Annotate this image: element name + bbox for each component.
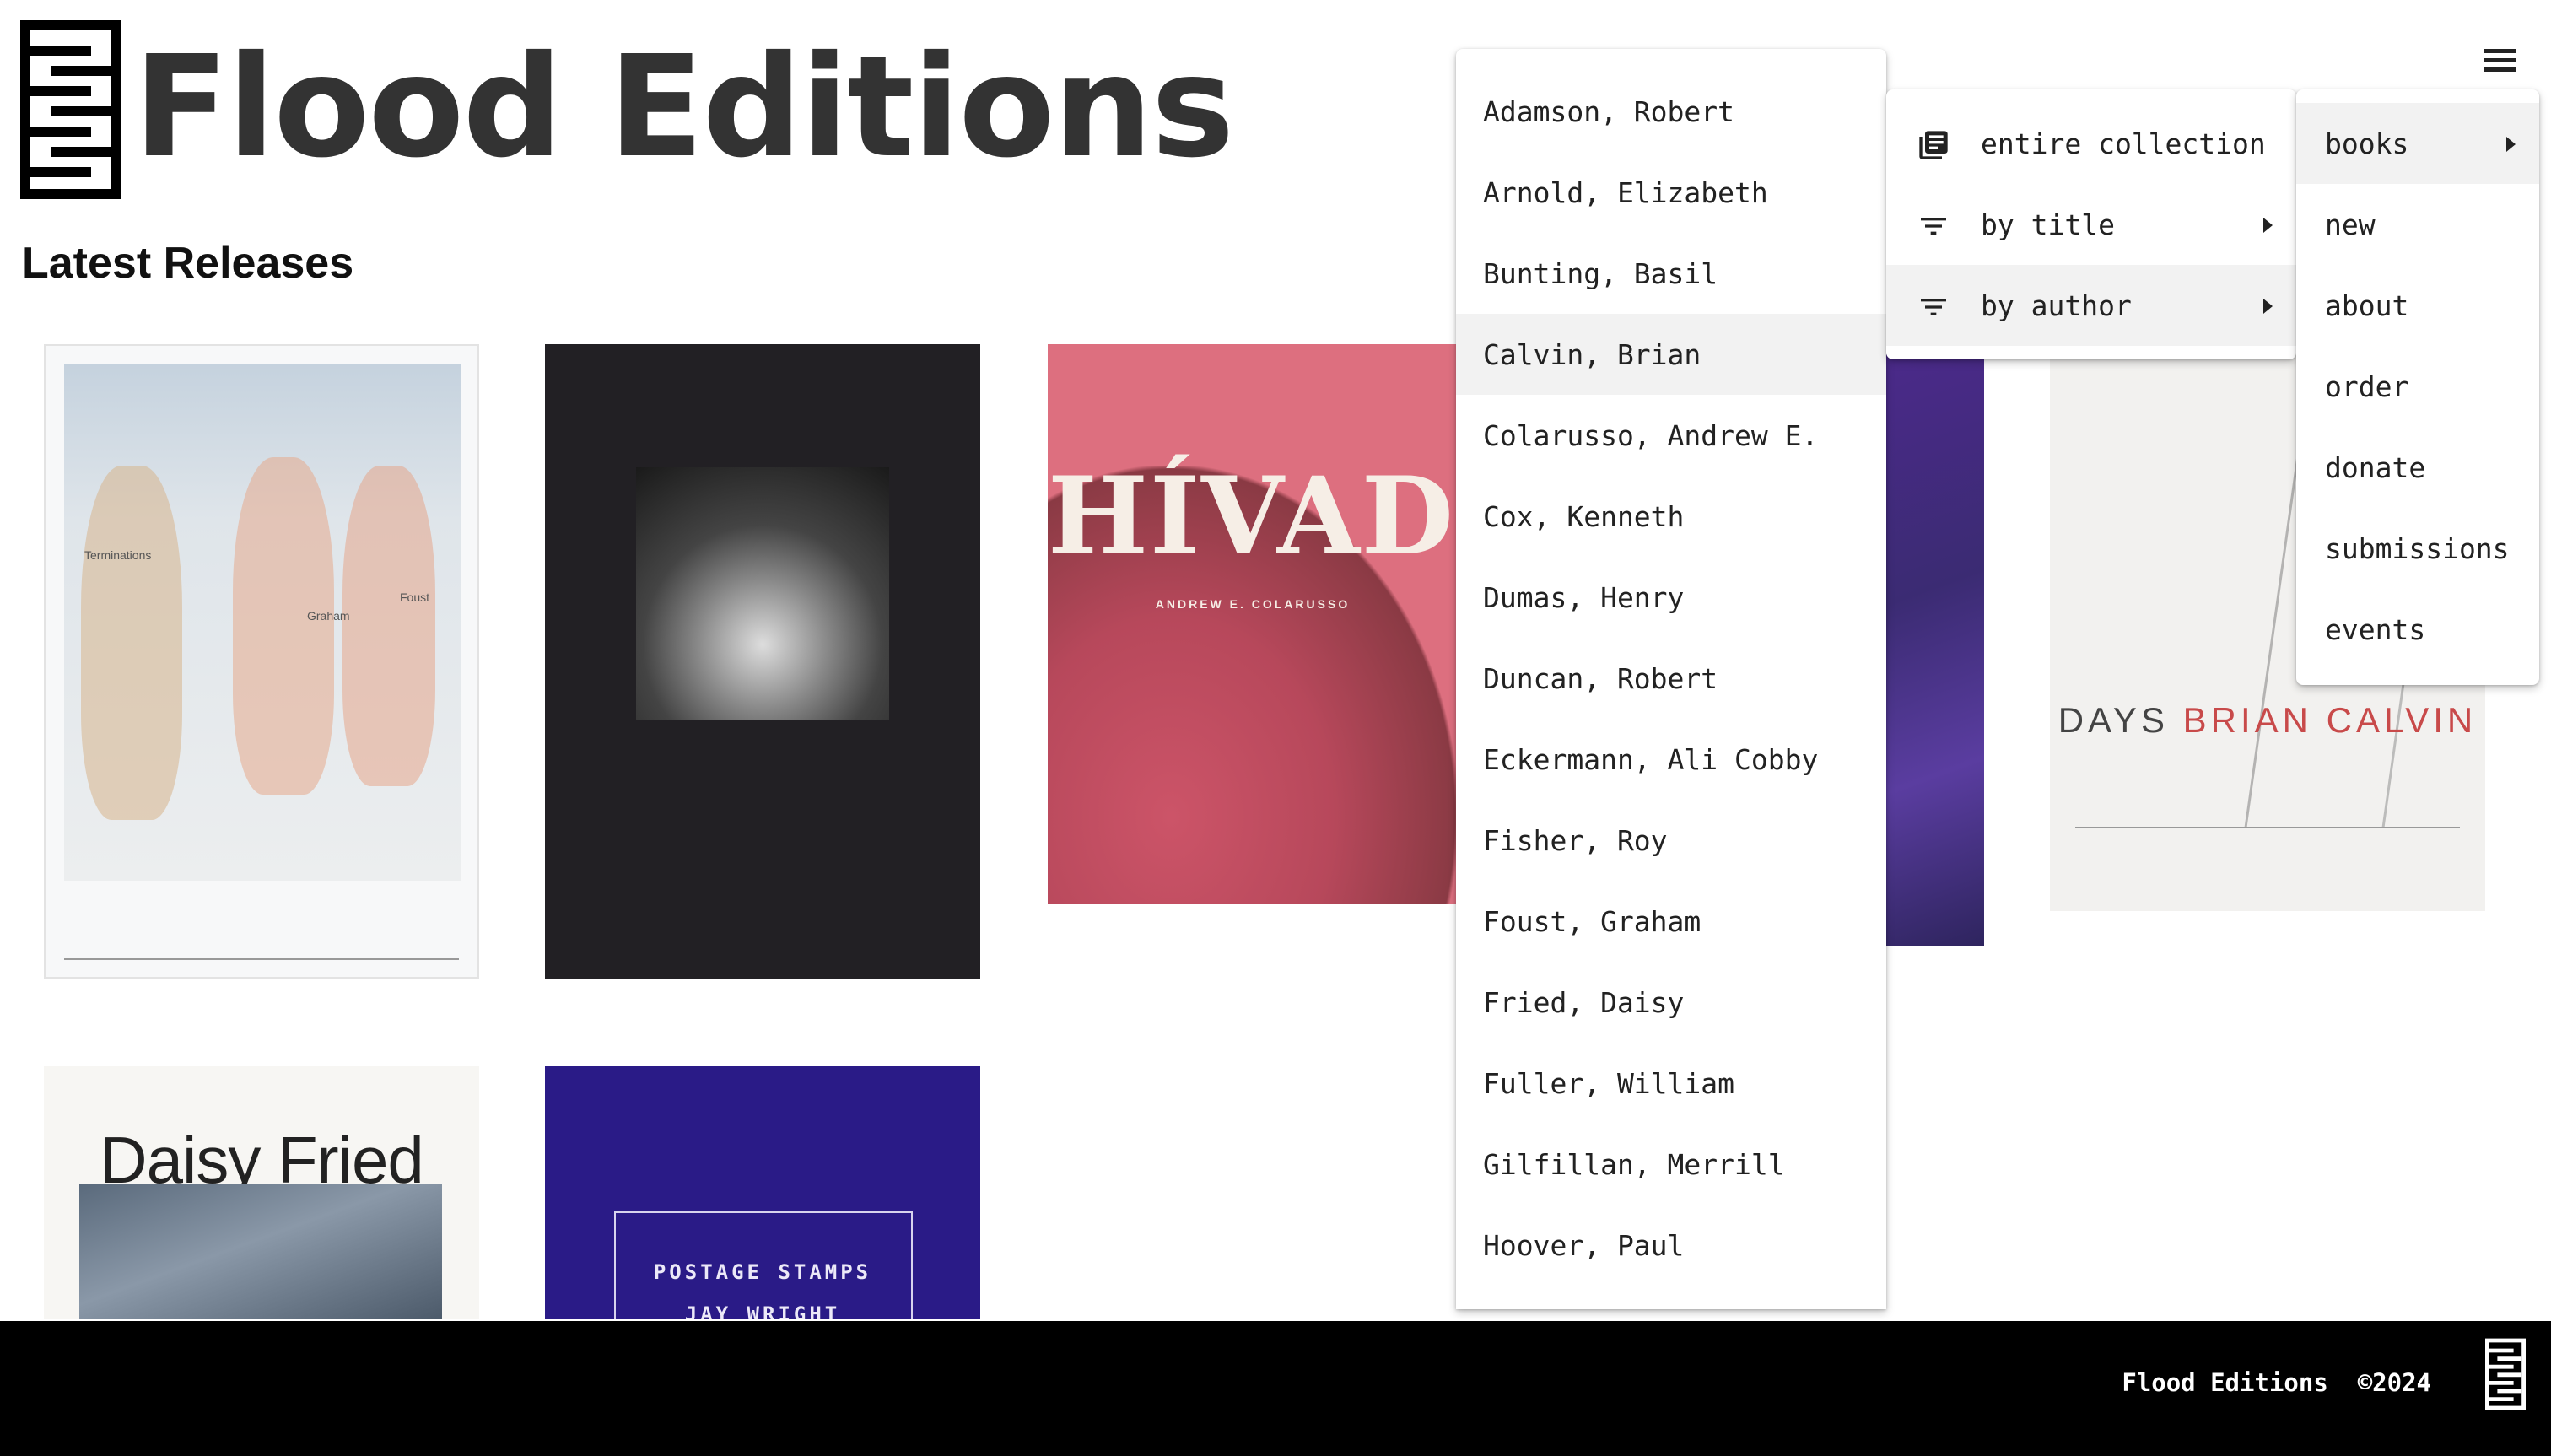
caret-right-icon xyxy=(2263,218,2273,233)
author-menu-item[interactable]: Foust, Graham xyxy=(1456,881,1886,962)
caret-right-icon xyxy=(2506,137,2516,152)
flood-editions-logo-icon[interactable] xyxy=(20,20,121,199)
cover-title: POSTAGE STAMPS xyxy=(653,1260,872,1284)
cover-label: Foust xyxy=(400,590,430,604)
cover-label: Graham xyxy=(307,609,350,623)
filter-list-icon xyxy=(1921,218,1946,235)
library-books-icon xyxy=(1919,131,1948,159)
menu-item-about[interactable]: about xyxy=(2296,265,2539,346)
author-menu-item[interactable]: Fisher, Roy xyxy=(1456,800,1886,881)
menu-item-by-author[interactable]: by author xyxy=(1886,265,2296,346)
author-menu-item[interactable]: Adamson, Robert xyxy=(1456,71,1886,152)
book-cover[interactable]: Terminations Graham Foust xyxy=(44,344,479,979)
flood-editions-logo-icon xyxy=(2485,1338,2526,1410)
menu-item-order[interactable]: order xyxy=(2296,346,2539,427)
cover-rule xyxy=(64,958,459,960)
filter-list-icon xyxy=(1921,299,1946,315)
book-cover[interactable] xyxy=(1885,354,1984,946)
books-menu: entire collection by title by author xyxy=(1886,89,2296,359)
menu-item-events[interactable]: events xyxy=(2296,589,2539,670)
menu-item-by-title[interactable]: by title xyxy=(1886,184,2296,265)
author-menu-item[interactable]: Calvin, Brian xyxy=(1456,314,1886,395)
menu-item-new[interactable]: new xyxy=(2296,184,2539,265)
footer-copyright: Flood Editions ©2024 xyxy=(2122,1368,2431,1397)
author-menu-item[interactable]: Hoover, Paul xyxy=(1456,1205,1886,1286)
author-menu: Adamson, Robert Arnold, Elizabeth Buntin… xyxy=(1456,49,1886,1309)
caret-right-icon xyxy=(2263,299,2273,314)
cover-painting xyxy=(79,1184,442,1319)
author-menu-item[interactable]: Colarusso, Andrew E. xyxy=(1456,395,1886,476)
menu-item-submissions[interactable]: submissions xyxy=(2296,508,2539,589)
author-menu-item[interactable]: Gilfillan, Merrill xyxy=(1456,1124,1886,1205)
book-cover[interactable]: POSTAGE STAMPS JAY WRIGHT xyxy=(545,1066,980,1319)
cover-rule xyxy=(2075,827,2460,828)
book-cover[interactable] xyxy=(545,344,980,979)
main-menu: books new about order donate submissions… xyxy=(2296,89,2539,685)
section-title-latest-releases: Latest Releases xyxy=(22,239,354,288)
author-menu-item[interactable]: Fuller, William xyxy=(1456,1043,1886,1124)
book-cover[interactable]: Daisy Fried xyxy=(44,1066,479,1319)
book-cover[interactable]: HÍVADO ANDREW E. COLARUSSO xyxy=(1048,344,1458,904)
cover-title: HÍVADO xyxy=(1048,454,1458,579)
menu-item-donate[interactable]: donate xyxy=(2296,427,2539,508)
cover-photo xyxy=(636,467,889,720)
cover-label: Terminations xyxy=(84,548,152,562)
menu-item-entire-collection[interactable]: entire collection xyxy=(1886,103,2296,184)
cover-title: DAYS BRIAN CALVIN xyxy=(2058,700,2478,740)
author-menu-item[interactable]: Eckermann, Ali Cobby xyxy=(1456,719,1886,800)
author-menu-item[interactable]: Fried, Daisy xyxy=(1456,962,1886,1043)
cover-author: JAY WRIGHT xyxy=(684,1302,841,1319)
author-menu-item[interactable]: Dumas, Henry xyxy=(1456,557,1886,638)
author-menu-item[interactable]: Arnold, Elizabeth xyxy=(1456,152,1886,233)
author-menu-item[interactable]: Cox, Kenneth xyxy=(1456,476,1886,557)
cover-illustration xyxy=(64,364,461,881)
cover-author: ANDREW E. COLARUSSO xyxy=(1155,597,1351,611)
footer: Flood Editions ©2024 xyxy=(0,1321,2551,1456)
site-title[interactable]: Flood Editions xyxy=(133,25,1234,191)
author-menu-item[interactable]: Bunting, Basil xyxy=(1456,233,1886,314)
menu-item-books[interactable]: books xyxy=(2296,103,2539,184)
hamburger-menu-icon[interactable] xyxy=(2480,44,2521,78)
author-menu-item[interactable]: Duncan, Robert xyxy=(1456,638,1886,719)
